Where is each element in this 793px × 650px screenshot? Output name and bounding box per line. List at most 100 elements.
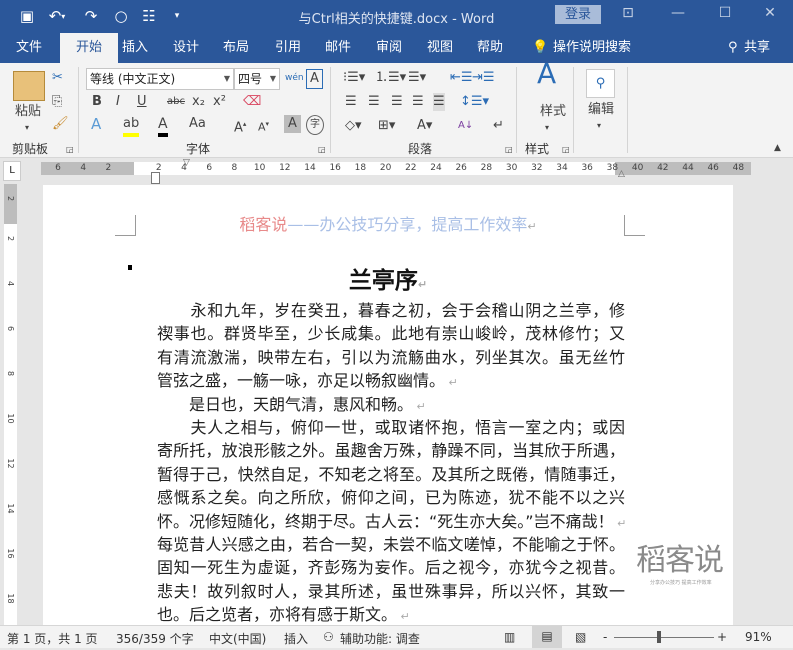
text-line: 永和九年，岁在癸丑，暮春之初，会于会稽山阴之兰亭，修 <box>157 299 625 322</box>
justify-button[interactable]: ☰ <box>412 93 424 111</box>
show-marks-button[interactable]: ↵ <box>493 117 504 135</box>
first-line-indent-marker[interactable]: ▽ <box>183 158 190 168</box>
vertical-ruler[interactable]: 22468101214161820 <box>0 184 20 649</box>
clipboard-launcher-icon[interactable]: ◲ <box>66 141 74 159</box>
maximize-button[interactable]: ☐ <box>710 5 740 25</box>
tab-selector[interactable]: L <box>3 161 21 181</box>
ribbon-display-icon[interactable]: ⊡ <box>613 5 643 25</box>
language[interactable]: 中文(中国) <box>209 630 266 647</box>
shading-button[interactable]: ◇▾ <box>345 117 362 135</box>
text-line-content: 有清流激湍，映带左右，引以为流觞曲水，列坐其次。虽无丝竹 <box>157 347 625 367</box>
copy-icon[interactable]: ⎘ <box>52 93 62 111</box>
align-center-button[interactable]: ☰ <box>368 93 380 111</box>
change-case-button[interactable]: Aa <box>189 115 206 133</box>
tab-references[interactable]: 引用 <box>275 33 301 63</box>
font-launcher-icon[interactable]: ◲ <box>318 141 326 159</box>
document-title[interactable]: 兰亭序↵ <box>43 261 733 295</box>
bullets-button[interactable]: ⁝☰▾ <box>343 69 365 87</box>
text-line-content: 感慨系之矣。向之所欣，俯仰之间，已为陈迹，犹不能不以之兴 <box>157 488 625 508</box>
left-indent-marker[interactable] <box>151 172 160 184</box>
italic-button[interactable]: I <box>116 93 120 111</box>
ruler-tick: 4 <box>6 280 15 287</box>
enclose-char-button[interactable]: 字 <box>306 115 324 135</box>
align-left-button[interactable]: ☰ <box>345 93 357 111</box>
horizontal-ruler[interactable]: L 6 4 2 2 4 6 8 10 12 14 16 18 20 22 24 26 28 30 32 34 36 38 4… <box>0 158 793 184</box>
login-button[interactable]: 登录 <box>555 5 601 24</box>
print-layout-icon[interactable]: ▤ <box>532 626 562 648</box>
underline-button[interactable]: U <box>137 93 147 111</box>
close-button[interactable]: ✕ <box>755 5 785 25</box>
text-line: 也。后之览者，亦将有感于斯文。 ↵ <box>157 603 625 625</box>
paragraph-launcher-icon[interactable]: ◲ <box>505 141 513 159</box>
distributed-button[interactable]: ☰ <box>433 93 445 111</box>
line-spacing-button[interactable]: ↕☰▾ <box>460 93 489 111</box>
char-shading-button[interactable]: A <box>284 115 301 133</box>
cut-icon[interactable]: ✂ <box>52 69 63 87</box>
tell-me-search[interactable]: 操作说明搜索 <box>553 33 631 63</box>
share-icon[interactable]: ⚲ <box>728 33 738 63</box>
paste-dropdown-icon[interactable]: ▾ <box>25 119 29 137</box>
zoom-in-button[interactable]: + <box>717 630 727 644</box>
read-mode-icon[interactable]: ▥ <box>504 630 515 644</box>
word-count[interactable]: 356/359 个字 <box>116 630 194 647</box>
tab-review[interactable]: 审阅 <box>376 33 402 63</box>
highlight-button[interactable]: ab <box>123 115 140 137</box>
align-right-button[interactable]: ☰ <box>391 93 403 111</box>
zoom-out-button[interactable]: - <box>603 630 607 644</box>
strikethrough-button[interactable]: abc <box>167 93 185 111</box>
sort-button[interactable]: A↓ <box>458 117 473 135</box>
format-painter-icon[interactable]: 🖌 <box>52 115 69 133</box>
subscript-button[interactable]: x₂ <box>192 93 205 111</box>
grow-font-button[interactable]: A▴ <box>234 115 246 137</box>
search-icon[interactable]: ⚲ <box>586 69 615 98</box>
tab-design[interactable]: 设计 <box>173 33 199 63</box>
clear-format-icon[interactable]: ⌫ <box>243 93 261 111</box>
styles-icon[interactable]: A <box>537 60 556 88</box>
right-indent-marker[interactable]: △ <box>618 169 625 179</box>
phonetic-guide-button[interactable]: wén <box>285 69 304 87</box>
decrease-indent-button[interactable]: ⇤☰ <box>450 69 473 87</box>
ruler-tick: 6 <box>206 163 213 173</box>
font-color-button[interactable]: A <box>158 115 168 137</box>
text-effects-button[interactable]: A <box>91 115 101 133</box>
document-body[interactable]: 永和九年，岁在癸丑，暮春之初，会于会稽山阴之兰亭，修 禊事也。群贤毕至，少长咸集。… <box>157 299 626 625</box>
styles-launcher-icon[interactable]: ◲ <box>562 141 570 159</box>
page-count[interactable]: 第 1 页，共 1 页 <box>7 630 98 647</box>
minimize-button[interactable]: — <box>663 5 693 25</box>
styles-dropdown-icon[interactable]: ▾ <box>545 119 549 137</box>
document-page[interactable]: 稻客说——办公技巧分享，提高工作效率↵ 兰亭序↵ 永和九年，岁在癸丑，暮春之初，… <box>43 185 733 625</box>
multilevel-list-button[interactable]: ☰▾ <box>408 69 426 87</box>
chinese-layout-button[interactable]: A▾ <box>417 117 432 135</box>
accessibility-status[interactable]: 辅助功能: 调查 <box>340 630 420 647</box>
bold-button[interactable]: B <box>92 93 102 111</box>
font-size-combo[interactable]: 四号 ▼ <box>234 68 280 90</box>
accessibility-icon[interactable]: ⚇ <box>323 630 334 644</box>
web-layout-icon[interactable]: ▧ <box>575 630 586 644</box>
collapse-ribbon-icon[interactable]: ▲ <box>774 139 781 157</box>
char-border-button[interactable]: A <box>306 69 323 89</box>
font-name-combo[interactable]: 等线 (中文正文) ▼ <box>86 68 234 90</box>
tab-layout[interactable]: 布局 <box>223 33 249 63</box>
tab-home[interactable]: 开始 <box>60 33 118 63</box>
tab-mailings[interactable]: 邮件 <box>325 33 351 63</box>
vertical-scrollbar[interactable] <box>777 184 793 625</box>
borders-button[interactable]: ⊞▾ <box>378 117 395 135</box>
zoom-slider-thumb[interactable] <box>657 631 661 643</box>
tab-view[interactable]: 视图 <box>427 33 453 63</box>
increase-indent-button[interactable]: ⇥☰ <box>472 69 495 87</box>
tab-insert[interactable]: 插入 <box>122 33 148 63</box>
editing-dropdown-icon[interactable]: ▾ <box>597 117 601 135</box>
superscript-button[interactable]: x² <box>213 93 226 111</box>
page-header[interactable]: 稻客说——办公技巧分享，提高工作效率↵ <box>43 211 733 235</box>
zoom-slider[interactable] <box>614 637 714 638</box>
tab-file[interactable]: 文件 <box>16 33 42 63</box>
numbering-button[interactable]: ⒈☰▾ <box>375 69 406 87</box>
ruler-tick: 18 <box>6 593 15 604</box>
styles-button[interactable]: 样式 <box>540 103 566 121</box>
insert-mode[interactable]: 插入 <box>284 630 308 647</box>
paste-icon[interactable] <box>13 71 45 101</box>
zoom-level[interactable]: 91% <box>745 630 772 644</box>
shrink-font-button[interactable]: A▾ <box>258 115 269 137</box>
tab-help[interactable]: 帮助 <box>477 33 503 63</box>
share-button[interactable]: 共享 <box>744 33 770 63</box>
